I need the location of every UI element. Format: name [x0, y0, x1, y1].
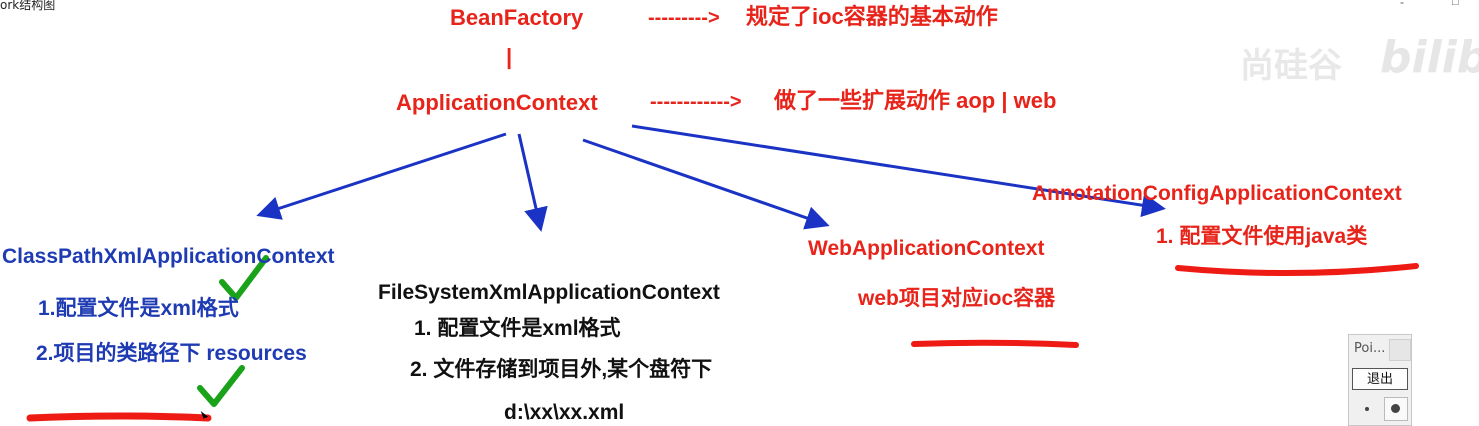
pointer-panel-close-box[interactable] — [1389, 339, 1411, 361]
exit-button[interactable]: 退出 — [1352, 368, 1408, 390]
web-title: WebApplicationContext — [808, 237, 1045, 260]
annotation-title: AnnotationConfigApplicationContext — [1032, 182, 1402, 205]
filesystem-item-1: 1. 配置文件是xml格式 — [414, 317, 621, 340]
large-pointer-dot-icon — [1391, 404, 1400, 413]
application-context-arrow: ------------> — [650, 91, 742, 113]
bean-factory-arrow: ---------> — [648, 7, 720, 29]
web-item-1: web项目对应ioc容器 — [858, 287, 1056, 310]
arrow-to-classpath — [256, 132, 507, 220]
checkmark-icon — [197, 365, 245, 407]
bean-factory-label: BeanFactory — [450, 5, 584, 30]
application-context-desc: 做了一些扩展动作 aop | web — [774, 88, 1057, 113]
application-context-label: ApplicationContext — [396, 90, 598, 115]
classpath-title: ClassPathXmlApplicationContext — [2, 245, 335, 268]
bean-factory-desc: 规定了ioc容器的基本动作 — [746, 4, 998, 29]
filesystem-item-2: 2. 文件存储到项目外,某个盘符下 — [410, 358, 713, 381]
small-pointer-dot-icon[interactable] — [1365, 407, 1369, 411]
arrow-to-filesystem — [517, 133, 548, 232]
annotation-item-1: 1. 配置文件使用java类 — [1156, 225, 1368, 248]
hierarchy-connector: | — [506, 44, 513, 69]
underline-classpath — [26, 412, 212, 422]
pointer-tool-panel: Poi... 退出 — [1348, 334, 1412, 426]
arrow-to-web — [582, 138, 830, 230]
filesystem-title: FileSystemXmlApplicationContext — [378, 281, 720, 304]
pointer-panel-title: Poi... — [1354, 341, 1386, 356]
underline-web — [911, 339, 1079, 348]
filesystem-item-3: d:\xx\xx.xml — [504, 401, 625, 424]
underline-annotation — [1175, 263, 1419, 277]
classpath-item-1: 1.配置文件是xml格式 — [38, 297, 239, 320]
classpath-item-2: 2.项目的类路径下 resources — [36, 342, 307, 365]
large-pointer-option[interactable] — [1384, 397, 1408, 421]
